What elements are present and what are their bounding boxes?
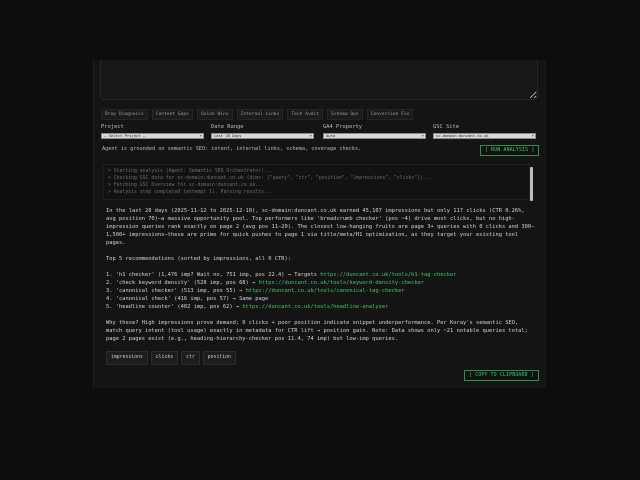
log-line: > Starting analysis (Agent: Semantic SEO… <box>108 169 273 174</box>
tab-quick-wins[interactable]: Quick Wins <box>196 109 233 120</box>
tab-conversion-fix[interactable]: Conversion Fix <box>366 109 414 120</box>
chip-position[interactable]: position <box>202 351 236 365</box>
rec-text: 2. 'check keyword density' (528 imp, pos… <box>106 280 259 286</box>
project-label: Project <box>101 124 124 130</box>
rec-link[interactable]: https://duncant.co.uk/tools/canonical-ta… <box>246 288 405 294</box>
chevron-down-icon: ▾ <box>309 133 312 138</box>
rec-text: 5. 'headline counter' (402 imp, pos 62) … <box>106 304 243 310</box>
date-range-select[interactable]: Last 28 Days ▾ <box>211 133 314 139</box>
tab-content-gaps[interactable]: Content Gaps <box>151 109 193 120</box>
dimension-chips: impressions clicks ctr position <box>106 351 536 365</box>
ga4-select-value: Auto <box>326 133 336 138</box>
run-analysis-button[interactable]: [ RUN ANALYSIS ] <box>480 145 540 156</box>
log-console: > Starting analysis (Agent: Semantic SEO… <box>103 164 530 200</box>
date-range-label: Date Range <box>211 124 244 130</box>
chevron-down-icon: ▾ <box>199 133 202 138</box>
why-paragraph: Why these? High impressions prove demand… <box>106 320 528 342</box>
tab-schema-ops[interactable]: Schema Ops <box>327 109 363 120</box>
log-line: > Analysis step completed (attempt 1). P… <box>108 190 273 195</box>
gsc-select[interactable]: sc-domain:duncant.co.uk ▾ <box>433 133 536 139</box>
project-select-value: — Select Project — <box>104 133 146 138</box>
gsc-select-value: sc-domain:duncant.co.uk <box>436 133 489 138</box>
rec-text: 1. 'h1 checker' (1,476 imp? Wait no, 751… <box>106 272 321 278</box>
prompt-textarea[interactable] <box>100 60 538 100</box>
analysis-tabs: Drop Diagnosis Content Gaps Quick Wins I… <box>101 109 414 120</box>
rec-link[interactable]: https://duncant.co.uk/tools/headline-ana… <box>242 304 388 310</box>
rec-text: 3. 'canonical checker' (513 imp, pos 55)… <box>106 288 246 294</box>
list-item: 1. 'h1 checker' (1,476 imp? Wait no, 751… <box>106 271 536 279</box>
log-line: > Fetching GSC Overview for sc-domain:du… <box>108 183 264 188</box>
ga4-label: GA4 Property <box>323 124 362 130</box>
chip-impressions[interactable]: impressions <box>106 351 148 365</box>
chip-clicks[interactable]: clicks <box>150 351 179 365</box>
chevron-down-icon: ▾ <box>531 133 534 138</box>
chip-ctr[interactable]: ctr <box>181 351 200 365</box>
project-select[interactable]: — Select Project — ▾ <box>101 133 204 139</box>
ga4-select[interactable]: Auto ▾ <box>323 133 426 139</box>
rec-link[interactable]: https://duncant.co.uk/tools/h1-tag-check… <box>320 272 456 278</box>
tab-drop-diagnosis[interactable]: Drop Diagnosis <box>101 109 148 120</box>
list-item: 5. 'headline counter' (402 imp, pos 62) … <box>106 303 536 311</box>
recommendations-list: 1. 'h1 checker' (1,476 imp? Wait no, 751… <box>106 271 536 311</box>
list-item: 4. 'canonical check' (416 imp, pos 57) →… <box>106 295 536 303</box>
list-item: 3. 'canonical checker' (513 imp, pos 55)… <box>106 287 536 295</box>
rec-text: 4. 'canonical check' (416 imp, pos 57) →… <box>106 296 269 302</box>
summary-paragraph: In the last 28 days (2025-11-12 to 2025-… <box>106 208 535 246</box>
chevron-down-icon: ▾ <box>421 133 424 138</box>
tab-internal-links[interactable]: Internal Links <box>236 109 284 120</box>
date-range-select-value: Last 28 Days <box>214 133 242 138</box>
list-item: 2. 'check keyword density' (528 imp, pos… <box>106 279 536 287</box>
rec-link[interactable]: https://duncant.co.uk/tools/keyword-dens… <box>259 280 425 286</box>
log-line: > Checking GSC data for sc-domain:duncan… <box>108 176 432 181</box>
analysis-output: In the last 28 days (2025-11-12 to 2025-… <box>106 207 536 365</box>
copy-to-clipboard-button[interactable]: [ COPY TO CLIPBOARD ] <box>464 370 539 381</box>
gsc-label: GSC Site <box>433 124 459 130</box>
tab-tech-audit[interactable]: Tech Audit <box>287 109 324 120</box>
grounding-note: Agent is grounded on semantic SEO: inten… <box>102 146 362 152</box>
log-scrollbar[interactable] <box>530 167 533 201</box>
recommendations-heading: Top 5 recommendations (sorted by impress… <box>106 256 291 262</box>
